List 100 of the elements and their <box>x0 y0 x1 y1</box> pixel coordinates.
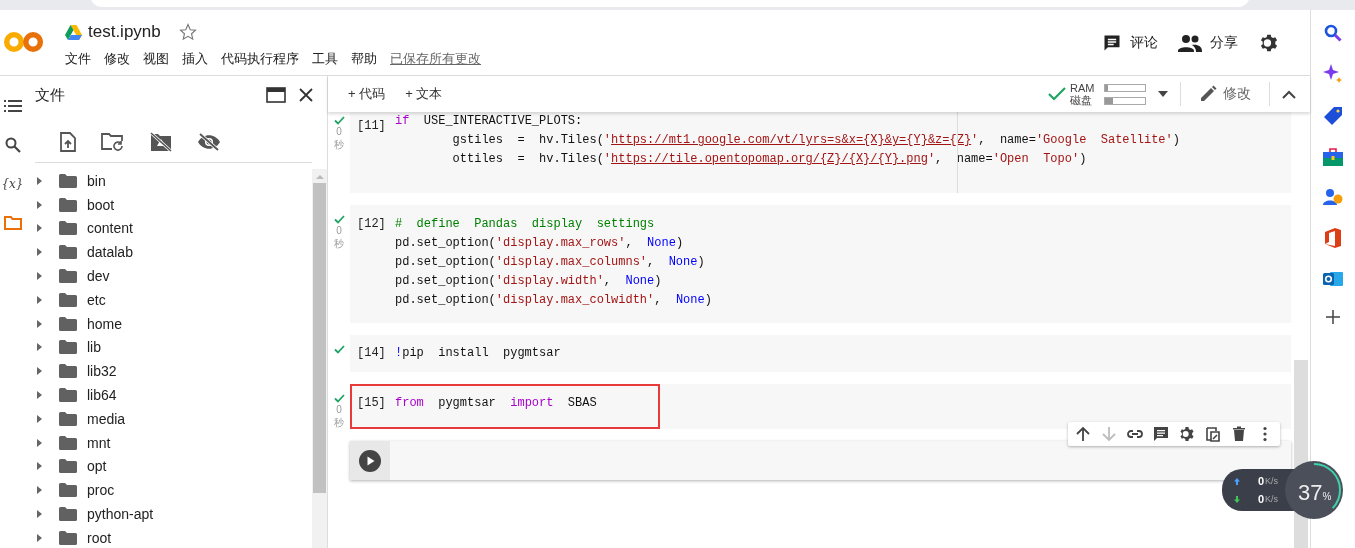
code-cell[interactable]: [14] !pip install pygmtsar <box>350 335 1291 372</box>
people-icon[interactable] <box>1323 188 1343 206</box>
code-line: pd.set_option('display.max_columns', None) <box>395 254 706 271</box>
settings-icon[interactable] <box>1258 32 1280 54</box>
code-line: if USE_INTERACTIVE_PLOTS: <box>395 113 584 130</box>
menu-item[interactable]: 插入 <box>182 50 208 68</box>
share-button[interactable]: 分享 <box>1178 33 1238 53</box>
folder-name[interactable]: home <box>87 315 123 332</box>
menu-item[interactable]: 工具 <box>312 50 338 68</box>
code-cell[interactable] <box>350 112 1291 193</box>
folder-name[interactable]: content <box>87 220 133 237</box>
run-time: 0 <box>336 224 342 237</box>
caret-icon[interactable] <box>35 295 43 304</box>
saved-status-link[interactable]: 已保存所有更改 <box>390 50 481 68</box>
caret-icon[interactable] <box>35 367 43 376</box>
folder-refresh-icon[interactable] <box>101 132 125 151</box>
folder-name[interactable]: media <box>87 410 126 427</box>
resource-label: 磁盘 <box>1070 93 1093 108</box>
scrollbar[interactable] <box>312 169 327 548</box>
hidden-icon[interactable] <box>197 132 221 151</box>
code-cell[interactable]: [15] from pygmtsar import SBAS <box>350 384 1291 429</box>
caret-icon[interactable] <box>35 248 43 257</box>
caret-icon[interactable] <box>35 462 43 471</box>
variables-icon[interactable]: {x} <box>1 177 24 191</box>
people-icon <box>1178 33 1202 53</box>
folder-icon <box>59 340 77 355</box>
add-cell-button[interactable]: + 文本 <box>401 85 447 103</box>
edit-button[interactable]: 修改 <box>1193 84 1257 104</box>
folder-name[interactable]: lib <box>87 339 101 356</box>
caret-icon[interactable] <box>35 200 43 209</box>
search-icon[interactable] <box>1324 24 1342 42</box>
folder-icon <box>59 483 77 498</box>
add-cell-button[interactable]: + 代码 <box>344 85 390 103</box>
add-icon[interactable] <box>1326 310 1340 324</box>
caret-icon[interactable] <box>35 391 43 400</box>
menu-item[interactable]: 视图 <box>143 50 169 68</box>
folder-icon <box>59 269 77 284</box>
notebook-title[interactable]: test.ipynb <box>88 22 161 42</box>
folder-icon[interactable] <box>3 215 22 230</box>
upload-speed: 0 <box>1256 475 1264 487</box>
up-arrow-icon[interactable] <box>1074 425 1092 443</box>
caret-icon[interactable] <box>35 176 43 185</box>
caret-icon[interactable] <box>35 343 43 352</box>
folder-name[interactable]: root <box>87 529 112 546</box>
tag-icon[interactable] <box>1323 106 1343 126</box>
folder-name[interactable]: bin <box>87 172 106 189</box>
run-time: 0 <box>336 403 342 416</box>
comment-icon[interactable] <box>1152 425 1170 443</box>
mail-icon[interactable] <box>1323 270 1343 288</box>
execution-count: [11] <box>356 118 387 135</box>
sparkle-icon[interactable] <box>1323 64 1343 84</box>
folder-icon <box>59 507 77 522</box>
office-icon[interactable] <box>1324 228 1342 248</box>
logo-icon[interactable] <box>4 31 44 53</box>
caret-icon[interactable] <box>35 533 43 542</box>
code-line: # define Pandas display settings <box>395 216 656 233</box>
folder-name[interactable]: dev <box>87 268 110 285</box>
folder-name[interactable]: opt <box>87 458 107 475</box>
folder-icon <box>59 388 77 403</box>
resource-meter <box>1104 96 1146 105</box>
caret-icon[interactable] <box>35 272 43 281</box>
caret-icon[interactable] <box>35 486 43 495</box>
collapse-icon[interactable] <box>1282 89 1296 99</box>
folder-name[interactable]: etc <box>87 291 106 308</box>
menu-item[interactable]: 代码执行程序 <box>221 50 299 68</box>
run-button[interactable] <box>359 449 381 472</box>
settings-icon[interactable] <box>1178 425 1196 443</box>
dropdown-icon[interactable] <box>1158 91 1168 97</box>
menu-item[interactable]: 修改 <box>104 50 130 68</box>
caret-icon[interactable] <box>35 414 43 423</box>
folder-icon <box>59 173 77 188</box>
close-icon[interactable] <box>298 87 314 103</box>
menu-icon[interactable] <box>3 99 22 113</box>
folder-name[interactable]: mnt <box>87 434 111 451</box>
resource-meter <box>1104 83 1146 92</box>
menu-item[interactable]: 帮助 <box>351 50 377 68</box>
folder-icon <box>59 435 77 450</box>
folder-name[interactable]: lib32 <box>87 363 117 380</box>
window-icon[interactable] <box>266 87 286 103</box>
folder-icon <box>59 197 77 212</box>
folder-name[interactable]: datalab <box>87 244 133 261</box>
caret-icon[interactable] <box>35 510 43 519</box>
trash-icon[interactable] <box>1230 425 1248 443</box>
caret-icon[interactable] <box>35 438 43 447</box>
comment-button[interactable]: 评论 <box>1102 33 1158 53</box>
caret-icon[interactable] <box>35 319 43 328</box>
folder-name[interactable]: python-apt <box>87 506 154 523</box>
caret-icon[interactable] <box>35 224 43 233</box>
menu-item[interactable]: 文件 <box>65 50 91 68</box>
drive-off-icon[interactable] <box>150 131 172 152</box>
execution-count: [12] <box>356 216 387 233</box>
upload-icon[interactable] <box>60 131 76 152</box>
toolbox-icon[interactable] <box>1323 148 1343 166</box>
folder-name[interactable]: lib64 <box>87 387 117 404</box>
folder-name[interactable]: boot <box>87 196 115 213</box>
folder-icon <box>59 245 77 260</box>
star-icon[interactable] <box>178 23 197 41</box>
search-icon[interactable] <box>4 137 21 153</box>
mirror-icon[interactable] <box>1204 425 1222 443</box>
folder-name[interactable]: proc <box>87 482 115 499</box>
